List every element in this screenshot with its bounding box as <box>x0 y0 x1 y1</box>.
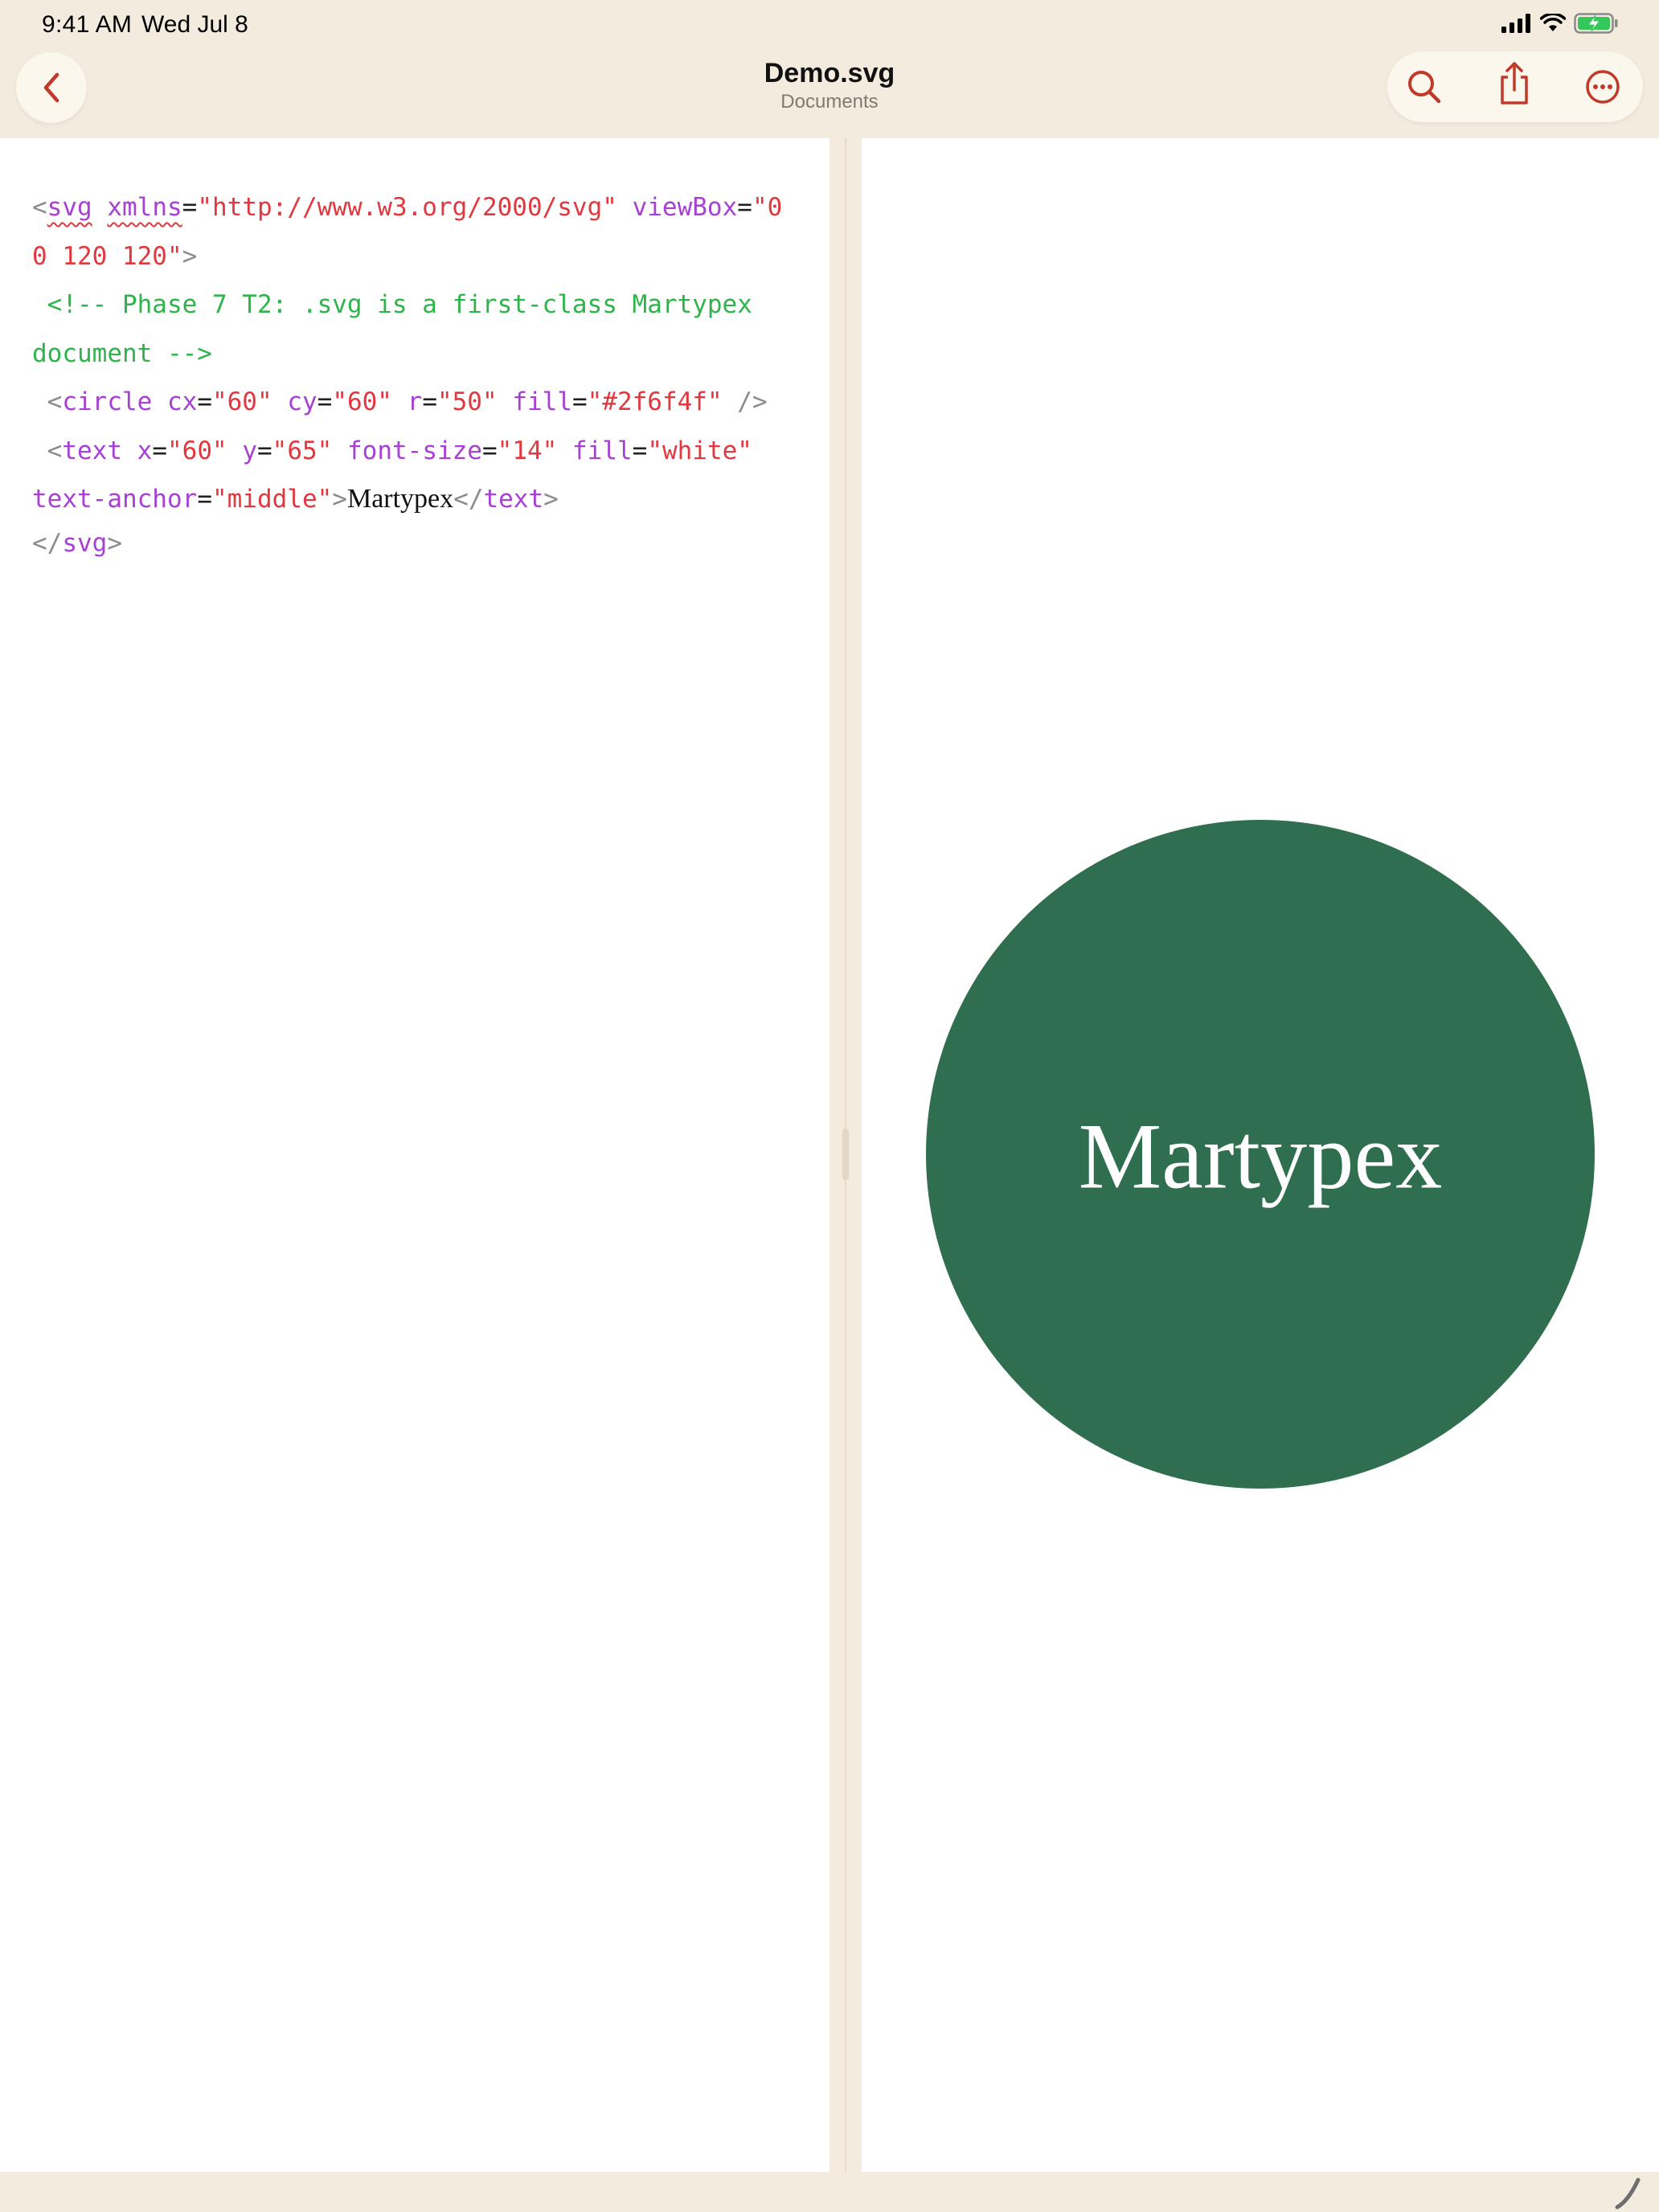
code-token: fill <box>571 436 633 465</box>
code-token: = <box>481 436 498 465</box>
code-token: circle <box>62 387 153 416</box>
navigation-bar: Demo.svg Documents <box>0 50 1659 138</box>
code-token: = <box>257 436 272 465</box>
code-token: </ <box>453 485 484 514</box>
bottom-bar <box>0 2172 1659 2212</box>
pencil-icon[interactable] <box>1604 2172 1653 2212</box>
code-token: "0 <box>752 193 783 222</box>
ellipsis-circle-icon <box>1586 70 1620 104</box>
code-token: y <box>242 436 257 465</box>
status-time: 9:41 AM <box>42 11 133 38</box>
wifi-icon <box>1540 14 1566 31</box>
status-bar: 9:41 AM Wed Jul 8 <box>0 0 1659 50</box>
code-token: = <box>197 387 212 416</box>
code-token: > <box>182 241 198 271</box>
battery-charging-icon <box>1574 13 1618 34</box>
app-window: 9:41 AM Wed Jul 8 Demo.svg Documents <sv… <box>0 0 1659 2212</box>
code-token: r <box>407 387 423 416</box>
code-token: > <box>332 485 347 514</box>
code-token: = <box>317 387 333 416</box>
share-icon <box>1501 62 1528 104</box>
code-comment: <!-- Phase 7 T2: .svg is a first-class M… <box>32 290 752 319</box>
code-token: < <box>32 387 63 416</box>
code-token: </ <box>32 528 63 558</box>
split-divider[interactable] <box>830 138 862 2172</box>
code-token: "60" <box>211 387 272 416</box>
code-token: "#2f6f4f" <box>587 387 723 416</box>
code-token: font-size <box>347 436 482 465</box>
code-line-1: <svg xmlns="http://www.w3.org/2000/svg" … <box>32 183 804 232</box>
code-token: "14" <box>497 436 558 465</box>
code-token: = <box>182 193 198 222</box>
code-token: fill <box>512 387 572 416</box>
code-editor[interactable]: <svg xmlns="http://www.w3.org/2000/svg" … <box>0 138 830 2172</box>
status-date: Wed Jul 8 <box>141 11 248 38</box>
code-token: text <box>62 436 122 465</box>
code-token: xmlns <box>107 193 182 222</box>
code-token: /> <box>722 387 768 416</box>
code-token: svg <box>62 528 108 558</box>
preview-canvas: Martypex <box>926 820 1595 1489</box>
code-line-3: <circle cx="60" cy="60" r="50" fill="#2f… <box>32 378 804 427</box>
code-line-5: </svg> <box>32 519 804 568</box>
code-token: > <box>543 485 559 514</box>
code-comment: document --> <box>32 338 212 368</box>
code-token: text <box>483 485 544 514</box>
code-text[interactable]: <svg xmlns="http://www.w3.org/2000/svg" … <box>32 183 804 567</box>
code-token: < <box>32 193 47 222</box>
code-token: "50" <box>436 387 498 416</box>
share-button[interactable] <box>1490 59 1538 108</box>
code-token: Martypex <box>346 484 454 514</box>
code-token: "middle" <box>211 485 333 514</box>
preview-text: Martypex <box>1079 1105 1443 1209</box>
code-token: "white" <box>647 436 752 465</box>
code-token: "65" <box>272 436 333 465</box>
code-token: cy <box>287 387 317 416</box>
code-token: = <box>422 387 437 416</box>
code-token: = <box>737 193 752 222</box>
code-token: < <box>32 436 63 465</box>
code-line-4-wrap: text-anchor="middle">Martypex</text> <box>32 475 804 524</box>
code-token: "60" <box>167 436 227 465</box>
svg-preview: Martypex <box>862 138 1659 2172</box>
code-token: "60" <box>332 387 392 416</box>
code-token: text-anchor <box>32 485 198 514</box>
code-token: cx <box>166 387 198 416</box>
toolbar-actions <box>1387 51 1643 122</box>
code-token: = <box>571 387 588 416</box>
code-token: svg <box>47 193 92 222</box>
code-token: "http://www.w3.org/2000/svg" <box>197 193 617 222</box>
code-line-2: <!-- Phase 7 T2: .svg is a first-class M… <box>32 281 804 330</box>
code-line-1-wrap: 0 120 120"> <box>32 232 804 281</box>
code-line-4: <text x="60" y="65" font-size="14" fill=… <box>32 427 804 476</box>
search-button[interactable] <box>1400 63 1448 111</box>
more-button[interactable] <box>1579 63 1627 111</box>
code-token: = <box>632 436 648 465</box>
magnifying-glass-icon <box>1408 71 1441 104</box>
code-token: > <box>107 528 122 558</box>
code-token: viewBox <box>632 193 738 222</box>
status-icons <box>1501 13 1619 34</box>
code-token: = <box>152 436 167 465</box>
cellular-signal-icon <box>1501 14 1530 33</box>
code-line-2-wrap: document --> <box>32 330 804 379</box>
code-token: 0 120 120" <box>32 241 182 271</box>
code-token: = <box>197 485 212 514</box>
divider-drag-handle[interactable] <box>842 1129 849 1180</box>
code-token: x <box>137 436 153 465</box>
